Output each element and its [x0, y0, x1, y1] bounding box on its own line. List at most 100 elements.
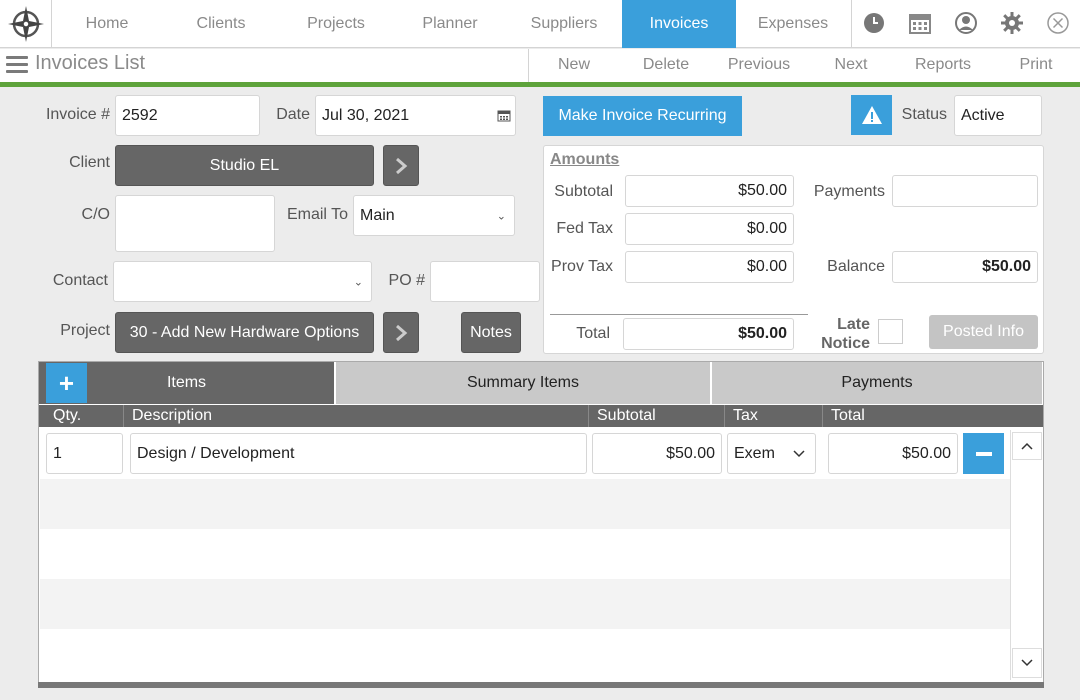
fed-tax-label: Fed Tax	[556, 220, 613, 237]
previous-button[interactable]: Previous	[718, 56, 800, 74]
chevron-down-icon	[1021, 659, 1033, 667]
minus-icon	[975, 451, 992, 456]
column-header-tax: Tax	[724, 405, 822, 427]
co-label: C/O	[81, 206, 110, 223]
column-header-qty: Qty.	[53, 407, 82, 424]
email-to-value: Main	[360, 206, 395, 224]
email-to-select[interactable]: Main ⌄	[353, 195, 515, 236]
warning-button[interactable]	[851, 95, 892, 135]
empty-row-stripe	[40, 579, 1010, 629]
clock-icon[interactable]	[861, 10, 887, 36]
project-open-button[interactable]	[383, 312, 419, 353]
nav-tab-planner[interactable]: Planner	[394, 0, 506, 48]
toolbar-divider	[528, 49, 529, 82]
nav-tab-clients[interactable]: Clients	[164, 0, 278, 48]
client-open-button[interactable]	[383, 145, 419, 186]
tab-payments[interactable]: Payments	[712, 362, 1043, 404]
nav-divider	[851, 0, 852, 48]
delete-button[interactable]: Delete	[628, 56, 704, 74]
project-button[interactable]: 30 - Add New Hardware Options	[115, 312, 374, 353]
user-icon[interactable]	[953, 10, 979, 36]
fed-tax-field[interactable]: $0.00	[625, 213, 794, 245]
late-notice-checkbox[interactable]	[878, 319, 903, 344]
description-field[interactable]: Design / Development	[130, 433, 587, 474]
co-field[interactable]	[115, 195, 275, 252]
accent-bar	[0, 82, 1080, 87]
scrollbar[interactable]	[1010, 430, 1043, 680]
compass-logo-icon	[7, 6, 44, 42]
tax-value: Exem	[734, 444, 775, 462]
chevron-down-icon	[793, 450, 805, 458]
payments-field[interactable]	[892, 175, 1038, 207]
calendar-icon[interactable]	[907, 10, 933, 36]
tab-summary-items[interactable]: Summary Items	[336, 362, 711, 404]
payments-label: Payments	[813, 183, 885, 200]
plus-icon: +	[58, 367, 75, 398]
warning-icon	[861, 106, 882, 124]
invoice-number-label: Invoice #	[45, 106, 110, 123]
chevron-right-icon	[396, 324, 408, 341]
row-total-field[interactable]: $50.00	[828, 433, 958, 474]
print-button[interactable]: Print	[1004, 56, 1068, 74]
column-header-description: Description	[123, 405, 588, 427]
nav-tab-invoices[interactable]: Invoices	[622, 0, 736, 48]
email-to-label: Email To	[286, 206, 348, 223]
contact-label: Contact	[52, 272, 108, 289]
app-logo[interactable]	[0, 0, 52, 48]
chevron-up-icon	[1021, 442, 1033, 450]
panel-bottom-edge	[38, 682, 1044, 688]
posted-info-button[interactable]: Posted Info	[929, 315, 1038, 349]
status-label: Status	[901, 106, 947, 123]
status-field[interactable]: Active	[954, 95, 1042, 136]
make-recurring-button[interactable]: Make Invoice Recurring	[543, 96, 742, 136]
column-header-subtotal: Subtotal	[588, 405, 724, 427]
new-button[interactable]: New	[540, 56, 608, 74]
subtotal-field[interactable]: $50.00	[625, 175, 794, 207]
row-subtotal-field[interactable]: $50.00	[592, 433, 722, 474]
contact-select[interactable]: ⌄	[113, 261, 372, 302]
nav-tab-home[interactable]: Home	[52, 0, 162, 48]
date-field[interactable]: Jul 30, 2021	[315, 95, 516, 136]
amounts-heading: Amounts	[550, 151, 620, 168]
total-field[interactable]: $50.00	[623, 318, 794, 350]
qty-field[interactable]: 1	[46, 433, 123, 474]
next-button[interactable]: Next	[820, 56, 882, 74]
column-header-total: Total	[822, 405, 1043, 427]
nav-tab-suppliers[interactable]: Suppliers	[506, 0, 622, 48]
late-notice-label: Late Notice	[821, 316, 870, 352]
prov-tax-label: Prov Tax	[551, 258, 613, 275]
nav-tab-expenses[interactable]: Expenses	[736, 0, 850, 48]
nav-tab-projects[interactable]: Projects	[278, 0, 394, 48]
close-icon[interactable]	[1045, 10, 1071, 36]
scroll-up-button[interactable]	[1012, 432, 1042, 460]
chevron-right-icon	[396, 157, 408, 174]
hamburger-menu-icon[interactable]	[6, 56, 28, 74]
add-item-button[interactable]: +	[46, 363, 87, 403]
empty-row-stripe	[40, 479, 1010, 529]
client-button[interactable]: Studio EL	[115, 145, 374, 186]
tab-items-label: Items	[166, 374, 207, 391]
invoice-number-field[interactable]: 2592	[115, 95, 260, 136]
gear-icon[interactable]	[999, 10, 1025, 36]
po-label: PO #	[388, 272, 425, 289]
tax-select[interactable]: Exem	[727, 433, 816, 474]
subtotal-label: Subtotal	[554, 183, 613, 200]
project-label: Project	[60, 322, 110, 339]
total-label: Total	[576, 325, 610, 342]
balance-label: Balance	[827, 258, 885, 275]
balance-field[interactable]: $50.00	[892, 251, 1038, 283]
chevron-down-icon: ⌄	[353, 276, 363, 288]
remove-item-button[interactable]	[963, 433, 1004, 474]
chevron-down-icon: ⌄	[496, 210, 506, 222]
date-picker-icon[interactable]	[497, 109, 511, 127]
scroll-down-button[interactable]	[1012, 648, 1042, 678]
po-field[interactable]	[430, 261, 540, 302]
date-value: Jul 30, 2021	[322, 106, 410, 124]
date-label: Date	[276, 106, 310, 123]
page-title: Invoices List	[35, 52, 146, 74]
reports-button[interactable]: Reports	[900, 56, 986, 74]
prov-tax-field[interactable]: $0.00	[625, 251, 794, 283]
client-label: Client	[69, 154, 110, 171]
total-divider	[550, 314, 808, 315]
notes-button[interactable]: Notes	[461, 312, 521, 353]
